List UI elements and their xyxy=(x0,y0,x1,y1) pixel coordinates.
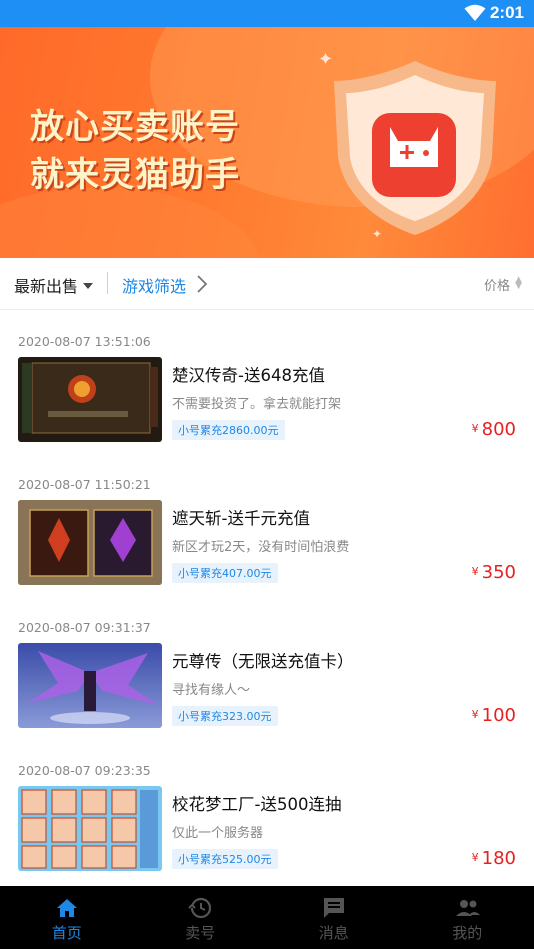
price-value: 800 xyxy=(481,419,516,440)
price-value: 180 xyxy=(481,848,516,869)
status-bar: 2:01 xyxy=(0,0,534,27)
listing-title: 楚汉传奇-送648充值 xyxy=(172,366,325,385)
banner-slogan-line1: 放心买卖账号 xyxy=(30,107,240,147)
tab-label: 首页 xyxy=(51,924,82,942)
listing-timestamp: 2020-08-07 09:31:37 xyxy=(18,620,151,635)
latest-sale-label: 最新出售 xyxy=(14,277,79,296)
recharge-badge: 小号累充407.00元 xyxy=(172,563,278,583)
listing-price: ¥180 xyxy=(472,848,516,869)
listing-title: 元尊传（无限送充值卡） xyxy=(172,652,354,671)
currency-symbol: ¥ xyxy=(471,708,479,721)
game-thumbnail xyxy=(18,786,162,871)
listing-description: 不需要投资了。拿去就能打架 xyxy=(172,397,342,412)
history-icon xyxy=(188,896,212,920)
home-icon xyxy=(55,896,79,920)
banner-decoration xyxy=(0,187,260,258)
listing-item[interactable]: 2020-08-07 11:50:21 遮天斩-送千元充值 新区才玩2天，没有时… xyxy=(0,453,534,596)
game-thumbnail xyxy=(18,500,162,585)
tab-sell[interactable]: 卖号 xyxy=(134,886,268,949)
promo-banner[interactable]: ✦ ✦ 放心买卖账号 就来灵猫助手 xyxy=(0,27,534,258)
listing-timestamp: 2020-08-07 13:51:06 xyxy=(18,334,151,349)
recharge-badge: 小号累充2860.00元 xyxy=(172,420,285,440)
listing-price: ¥350 xyxy=(472,562,516,583)
currency-symbol: ¥ xyxy=(471,422,479,435)
divider xyxy=(107,272,108,294)
price-sort-button[interactable]: 价格 xyxy=(484,275,510,294)
latest-sale-dropdown[interactable]: 最新出售 xyxy=(14,273,94,297)
recharge-badge: 小号累充323.00元 xyxy=(172,706,278,726)
tab-label: 我的 xyxy=(452,924,483,942)
listing-price: ¥800 xyxy=(472,419,516,440)
tab-label: 卖号 xyxy=(185,924,216,942)
filter-bar: 最新出售 游戏筛选 价格 ▲ ▼ xyxy=(0,258,534,310)
listing-title: 遮天斩-送千元充值 xyxy=(172,509,310,528)
listing-description: 仅此一个服务器 xyxy=(172,826,264,841)
listing-timestamp: 2020-08-07 11:50:21 xyxy=(18,477,151,492)
caret-down-icon xyxy=(83,283,94,289)
listing-description: 新区才玩2天，没有时间怕浪费 xyxy=(172,540,350,555)
banner-slogan-line2: 就来灵猫助手 xyxy=(30,155,240,195)
recharge-badge: 小号累充525.00元 xyxy=(172,849,278,869)
bottom-tab-bar: 首页 卖号 消息 我的 xyxy=(0,886,534,949)
tab-profile[interactable]: 我的 xyxy=(401,886,534,949)
sort-icon: ▲ ▼ xyxy=(515,275,522,291)
wifi-icon xyxy=(464,4,486,26)
price-value: 350 xyxy=(481,562,516,583)
listing-title: 校花梦工厂-送500连抽 xyxy=(172,795,342,814)
chevron-right-icon xyxy=(196,274,208,298)
tab-label: 消息 xyxy=(318,924,349,942)
price-value: 100 xyxy=(481,705,516,726)
currency-symbol: ¥ xyxy=(471,851,479,864)
listing-description: 寻找有缘人～ xyxy=(172,683,251,698)
people-icon xyxy=(455,896,481,920)
game-thumbnail xyxy=(18,643,162,728)
tab-messages[interactable]: 消息 xyxy=(267,886,401,949)
listing-item[interactable]: 2020-08-07 09:31:37 元尊传（无限送充值卡） 寻找有缘人～ 小… xyxy=(0,596,534,739)
status-time: 2:01 xyxy=(489,3,524,22)
game-thumbnail xyxy=(18,357,162,442)
game-filter-button[interactable]: 游戏筛选 xyxy=(122,273,186,297)
listing-timestamp: 2020-08-07 09:23:35 xyxy=(18,763,151,778)
message-icon xyxy=(322,896,346,920)
listing-price: ¥100 xyxy=(472,705,516,726)
listing-item[interactable]: 2020-08-07 13:51:06 楚汉传奇-送648充值 不需要投资了。拿… xyxy=(0,310,534,453)
tab-home[interactable]: 首页 xyxy=(0,886,134,949)
currency-symbol: ¥ xyxy=(471,565,479,578)
shield-logo-icon xyxy=(330,57,500,241)
listing-item[interactable]: 2020-08-07 09:23:35 校花梦工厂-送500连抽 仅此一个服务器… xyxy=(0,739,534,882)
